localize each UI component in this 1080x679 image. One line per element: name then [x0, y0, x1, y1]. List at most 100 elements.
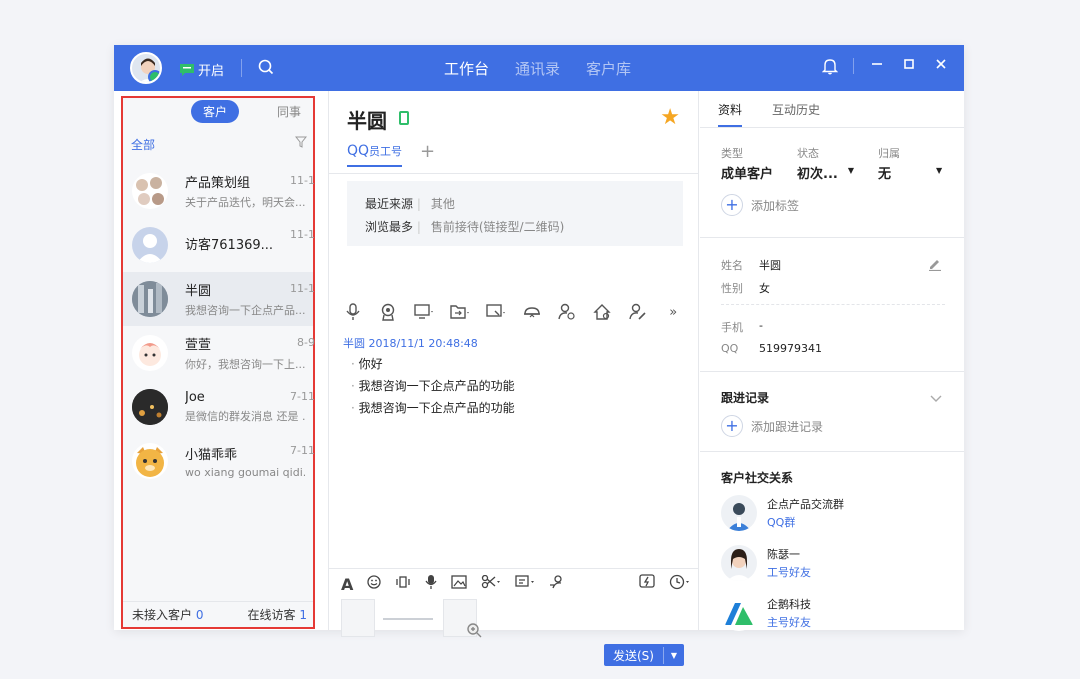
send-options-dropdown[interactable]: ▼ — [664, 651, 684, 660]
type-field[interactable]: 类型 成单客户 — [721, 145, 773, 182]
close-icon[interactable] — [932, 57, 950, 75]
tab-colleagues[interactable]: 同事 — [265, 100, 313, 123]
user-link-icon[interactable] — [557, 303, 576, 321]
scissors-icon[interactable] — [481, 574, 501, 593]
list-item[interactable]: 半圆 我想咨询一下企点产品... 11-1 — [123, 272, 315, 326]
add-follow-up-button[interactable]: + 添加跟进记录 — [721, 415, 823, 437]
avatar — [721, 595, 757, 631]
more-icon[interactable]: » — [664, 303, 683, 321]
contact-time: 7-11 — [290, 390, 315, 403]
microphone-icon[interactable] — [343, 303, 362, 321]
list-item[interactable]: Joe 是微信的群发消息 还是 ... 7-11 — [123, 380, 315, 434]
send-button[interactable]: 发送(S) ▼ — [604, 644, 684, 666]
input-toolbar: A — [341, 574, 691, 594]
maximize-icon[interactable] — [900, 57, 918, 75]
voice-icon[interactable] — [425, 574, 437, 594]
history-icon[interactable] — [669, 574, 691, 594]
cloud-icon[interactable] — [522, 303, 541, 321]
gender-row: 性别 女 — [721, 280, 770, 296]
social-item[interactable]: 企点产品交流群 QQ群 — [721, 495, 844, 531]
contact-time: 11-1 — [290, 228, 315, 241]
zoom-icon[interactable] — [466, 622, 482, 638]
divider — [700, 451, 964, 452]
bell-icon[interactable] — [821, 57, 839, 75]
filter-all[interactable]: 全部 — [131, 136, 155, 153]
star-icon[interactable]: ★ — [660, 105, 680, 130]
list-item[interactable]: 产品策划组 关于产品迭代，明天会... 11-1 — [123, 164, 315, 218]
contact-list: 产品策划组 关于产品迭代，明天会... 11-1 访客761369... 11-1… — [123, 164, 315, 488]
font-icon[interactable]: A — [341, 575, 353, 594]
browse-label: 浏览最多 — [365, 220, 414, 234]
divider — [721, 304, 945, 305]
add-channel-icon[interactable]: + — [420, 141, 435, 162]
my-avatar[interactable] — [130, 52, 162, 84]
chevron-down-icon[interactable] — [930, 391, 942, 407]
list-item[interactable]: 萱萱 你好，我想咨询一下上... 8-9 — [123, 326, 315, 380]
tab-customers[interactable]: 客户 — [191, 100, 239, 123]
badge-icon[interactable] — [378, 303, 397, 321]
user-edit-icon[interactable] — [628, 303, 647, 321]
send-label: 发送(S) — [604, 646, 664, 664]
online-visitors[interactable]: 在线访客 1 — [248, 606, 307, 623]
gender-value: 女 — [759, 282, 770, 295]
contact-panel: 客户 同事 全部 产品策划组 关于产品迭代，明天会... 11-1 访客76136… — [121, 96, 315, 629]
status-toggle[interactable]: 开启 — [180, 60, 224, 79]
screen-share-icon[interactable] — [414, 303, 434, 321]
emoji-icon[interactable] — [367, 575, 382, 593]
chat-status-icon — [180, 63, 194, 76]
home-icon[interactable] — [593, 303, 612, 321]
attachment-thumbnail[interactable] — [443, 599, 482, 638]
tab-profile[interactable]: 资料 — [718, 101, 743, 127]
search-icon[interactable] — [256, 57, 276, 77]
qq-row: QQ 519979341 — [721, 342, 822, 355]
social-type: 主号好友 — [767, 616, 811, 629]
quick-action-icon[interactable] — [639, 574, 655, 594]
transfer-file-icon[interactable] — [450, 303, 470, 321]
top-bar: 开启 工作台 通讯录 客户库 — [114, 45, 964, 91]
attachment-thumbnail[interactable] — [341, 599, 375, 637]
add-tag-label: 添加标签 — [751, 198, 800, 213]
message-text: 你好 — [351, 353, 515, 375]
contact-preview: wo xiang goumai qidi... — [185, 465, 305, 479]
screenshot-icon[interactable] — [486, 303, 506, 321]
contact-name: 小猫乖乖 — [185, 447, 238, 463]
social-item[interactable]: 企鹅科技 主号好友 — [721, 595, 811, 631]
tab-customer-db[interactable]: 客户库 — [586, 58, 631, 79]
state-select[interactable]: 状态 初次... ▼ — [797, 145, 854, 182]
image-icon[interactable] — [451, 575, 468, 593]
qq-value: 519979341 — [759, 342, 822, 355]
attachment-thumbnail[interactable] — [381, 599, 437, 637]
unassigned-label: 未接入客户 — [132, 608, 193, 622]
profile-panel: 资料 互动历史 类型 成单客户 状态 初次... ▼ 归属无 ▼ + 添加标签 姓名 半圆 … — [700, 91, 964, 631]
chat-toolbar: » — [343, 303, 683, 321]
social-item[interactable]: 陈瑟一 工号好友 — [721, 545, 811, 581]
divider — [700, 371, 964, 372]
add-tag-button[interactable]: + 添加标签 — [721, 194, 799, 216]
mobile-row: 手机 - — [721, 319, 763, 335]
tab-qq-channel[interactable]: QQ员工号 — [347, 143, 403, 167]
social-name: 企点产品交流群 — [767, 498, 844, 511]
name-row: 姓名 半圆 — [721, 257, 781, 273]
tab-interaction-history[interactable]: 互动历史 — [772, 101, 820, 127]
contact-time: 7-11 — [290, 444, 315, 457]
avatar — [721, 495, 757, 531]
shake-icon[interactable] — [395, 575, 411, 593]
transfer-user-icon[interactable] — [549, 575, 565, 593]
owner-label: 归属 — [878, 147, 900, 160]
owner-select[interactable]: 归属无 ▼ — [878, 145, 942, 182]
edit-icon[interactable] — [928, 257, 942, 275]
list-item[interactable]: 小猫乖乖 wo xiang goumai qidi... 7-11 — [123, 434, 315, 488]
divider — [329, 568, 698, 569]
list-item[interactable]: 访客761369... 11-1 — [123, 218, 315, 272]
minimize-icon[interactable] — [868, 57, 886, 75]
filter-icon[interactable] — [295, 136, 307, 148]
unassigned-customers[interactable]: 未接入客户 0 — [132, 606, 203, 623]
app-window: 开启 工作台 通讯录 客户库 客户 同事 全部 产品策划组 关于产品迭代，明天会… — [114, 45, 964, 666]
tab-contacts[interactable]: 通讯录 — [515, 58, 560, 79]
avatar — [132, 335, 168, 371]
online-count: 1 — [299, 608, 307, 622]
tab-workbench[interactable]: 工作台 — [444, 58, 489, 79]
social-name: 企鹅科技 — [767, 598, 811, 611]
quick-reply-icon[interactable] — [515, 575, 535, 593]
mobile-label: 手机 — [721, 321, 743, 334]
